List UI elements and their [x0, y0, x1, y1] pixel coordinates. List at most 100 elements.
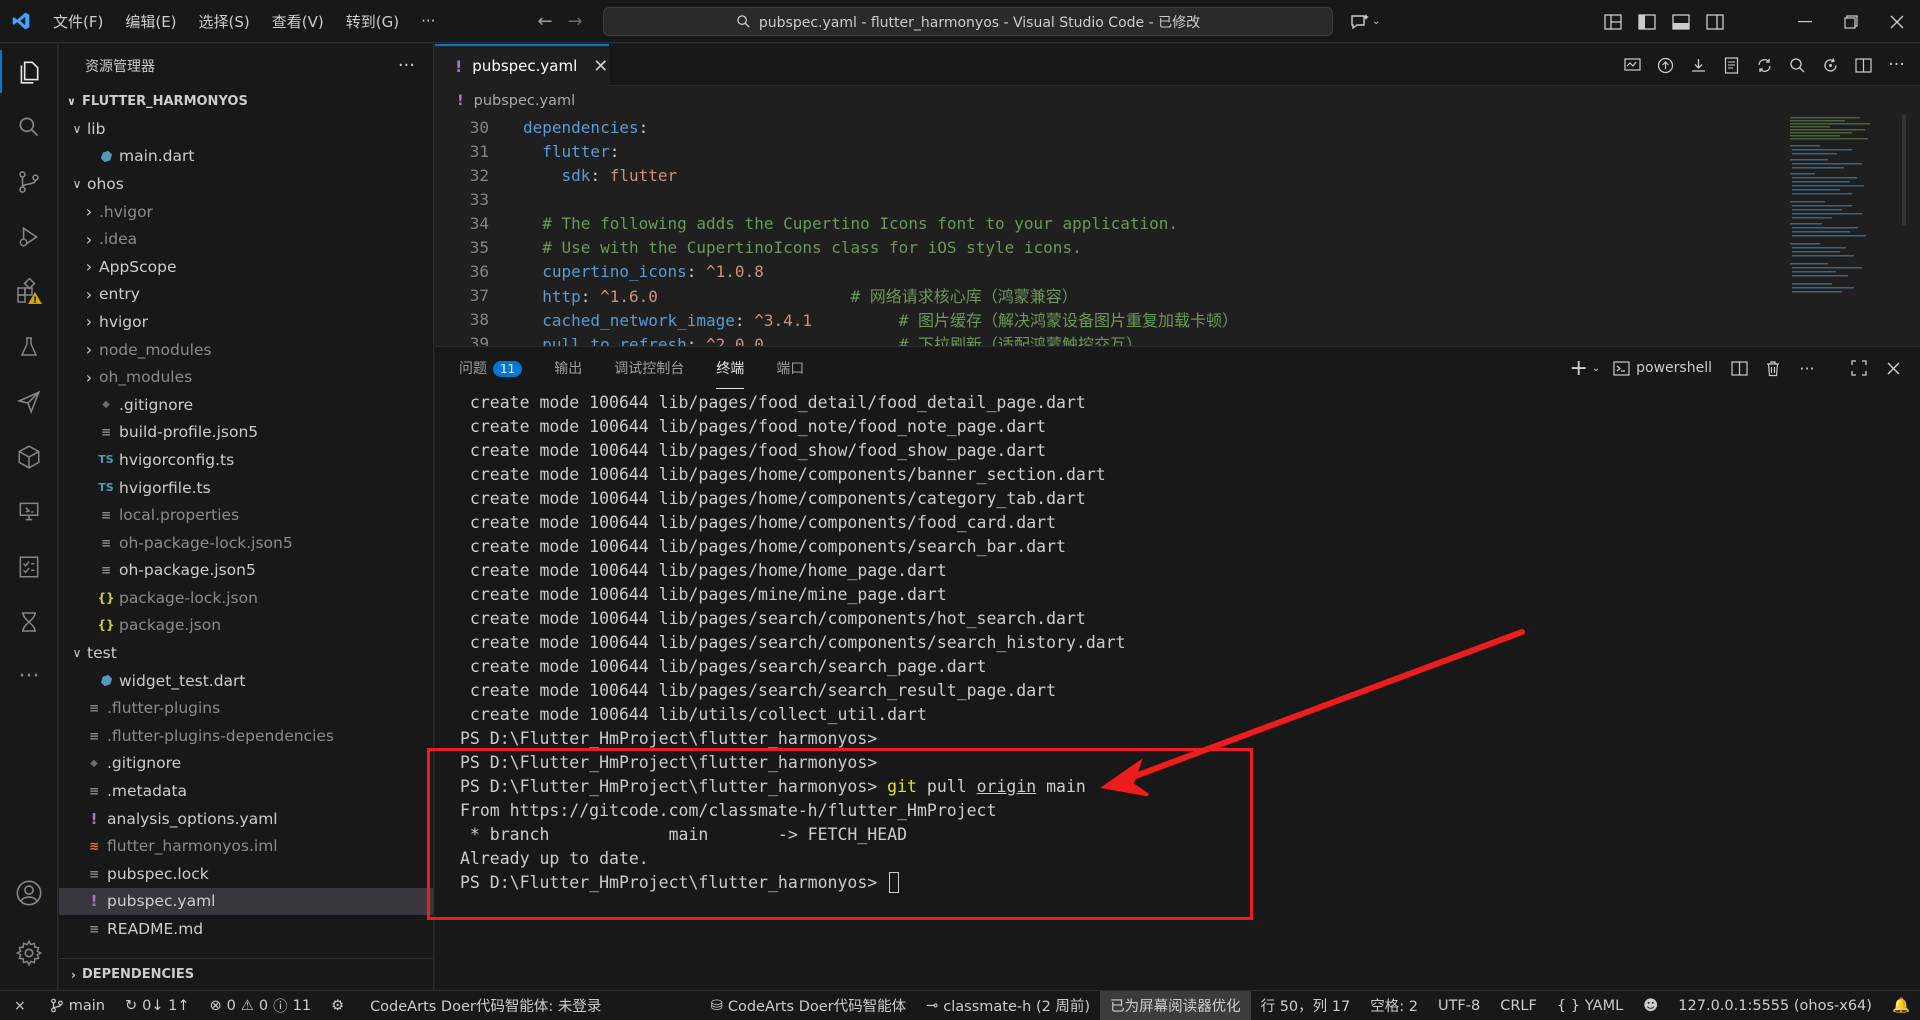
- tab-output[interactable]: 输出: [554, 358, 582, 378]
- menu-edit[interactable]: 编辑(E): [114, 11, 187, 32]
- tab-pubspec-yaml[interactable]: ! pubspec.yaml ✕: [435, 44, 609, 86]
- menu-view[interactable]: 查看(V): [261, 11, 335, 32]
- sync-indicator[interactable]: ↻ 0↓ 1↑: [115, 991, 200, 1020]
- refresh-icon[interactable]: [1817, 52, 1844, 79]
- menu-go[interactable]: 转到(G): [335, 11, 410, 32]
- vscode-logo-icon[interactable]: [0, 11, 42, 31]
- restore-icon[interactable]: [1828, 0, 1874, 43]
- indentation[interactable]: 空格: 2: [1360, 991, 1428, 1020]
- run-debug-icon[interactable]: [0, 209, 58, 264]
- tree-item[interactable]: › hvigor: [59, 308, 433, 336]
- find-icon[interactable]: [1784, 52, 1811, 79]
- source-control-icon[interactable]: [0, 154, 58, 209]
- device-connection[interactable]: 127.0.0.1:5555 (ohos-x64): [1668, 991, 1882, 1020]
- codearts-toggle[interactable]: ⚙: [321, 991, 354, 1020]
- tree-item[interactable]: › .idea: [59, 225, 433, 253]
- line-ending[interactable]: CRLF: [1490, 991, 1547, 1020]
- maximize-panel-icon[interactable]: [1846, 355, 1872, 381]
- tree-item[interactable]: › AppScope: [59, 253, 433, 281]
- account-icon[interactable]: [0, 865, 58, 920]
- project-section-header[interactable]: ∨ FLUTTER_HARMONYOS: [59, 87, 433, 115]
- tree-item[interactable]: ≋ flutter_harmonyos.iml: [59, 832, 433, 860]
- tree-item[interactable]: ! pubspec.yaml: [59, 887, 433, 916]
- sync-icon[interactable]: [1751, 52, 1778, 79]
- branch-indicator[interactable]: main: [40, 991, 115, 1020]
- tab-problems[interactable]: 问题 11: [459, 358, 523, 378]
- tree-item[interactable]: widget_test.dart: [59, 667, 433, 695]
- copilot-status[interactable]: ☻: [1633, 991, 1668, 1020]
- toggle-panel-icon[interactable]: [1664, 0, 1698, 43]
- notifications-bell[interactable]: 🔔: [1882, 991, 1920, 1020]
- close-tab-icon[interactable]: ✕: [593, 56, 608, 77]
- tree-item[interactable]: {} package.json: [59, 612, 433, 640]
- tree-item[interactable]: › oh_modules: [59, 363, 433, 391]
- terminal-shell-name[interactable]: powershell: [1636, 360, 1712, 376]
- upload-circle-icon[interactable]: [1652, 52, 1679, 79]
- split-terminal-icon[interactable]: [1726, 355, 1752, 381]
- back-arrow-icon[interactable]: ←: [530, 11, 560, 32]
- trash-icon[interactable]: [1760, 355, 1786, 381]
- more-views-icon[interactable]: ···: [0, 649, 58, 704]
- minimap[interactable]: [1786, 115, 1906, 346]
- language-mode[interactable]: { } YAML: [1547, 991, 1633, 1020]
- download-icon[interactable]: [1685, 52, 1712, 79]
- menu-file[interactable]: 文件(F): [42, 11, 114, 32]
- menu-selection[interactable]: 选择(S): [188, 11, 261, 32]
- tree-item[interactable]: ≡ oh-package.json5: [59, 557, 433, 585]
- tree-item[interactable]: TS hvigorconfig.ts: [59, 446, 433, 474]
- tree-item[interactable]: ∨ test: [59, 639, 433, 667]
- git-blame[interactable]: ⊸ classmate-h (2 周前): [916, 991, 1100, 1020]
- tree-item[interactable]: › node_modules: [59, 336, 433, 364]
- encoding[interactable]: UTF-8: [1428, 991, 1490, 1020]
- toggle-secondary-sidebar-icon[interactable]: [1698, 0, 1732, 43]
- problems-indicator[interactable]: ⊗ 0 ⚠ 0 ⓘ 11: [199, 991, 321, 1020]
- forward-arrow-icon[interactable]: →: [560, 11, 590, 32]
- tree-item[interactable]: ≡ .flutter-plugins-dependencies: [59, 722, 433, 750]
- tree-item[interactable]: ∨ ohos: [59, 170, 433, 198]
- checklist-icon[interactable]: [0, 539, 58, 594]
- dependencies-section-header[interactable]: › DEPENDENCIES: [59, 958, 434, 990]
- remote-indicator[interactable]: ⨯: [0, 991, 40, 1020]
- send-plane-icon[interactable]: [0, 374, 58, 429]
- codearts-login-status[interactable]: CodeArts Doer代码智能体: 未登录: [354, 991, 611, 1020]
- tree-item[interactable]: ≡ local.properties: [59, 501, 433, 529]
- toggle-sidebar-icon[interactable]: [1630, 0, 1664, 43]
- close-window-icon[interactable]: [1874, 0, 1920, 43]
- tree-item[interactable]: ∨ lib: [59, 115, 433, 143]
- tree-item[interactable]: {} package-lock.json: [59, 584, 433, 612]
- screen-reader-mode[interactable]: 已为屏幕阅读器优化: [1100, 990, 1251, 1020]
- chevron-down-icon[interactable]: ⌄: [1592, 363, 1600, 374]
- preview-icon[interactable]: [1619, 52, 1646, 79]
- tree-item[interactable]: ≡ .metadata: [59, 777, 433, 805]
- settings-gear-icon[interactable]: [0, 925, 58, 980]
- document-icon[interactable]: [1718, 52, 1745, 79]
- code-editor[interactable]: 30 dependencies: 31 flutter: 32 sdk: flutte…: [435, 115, 1920, 346]
- new-terminal-icon[interactable]: +: [1566, 355, 1592, 381]
- tree-item[interactable]: › entry: [59, 281, 433, 309]
- breadcrumb-file[interactable]: pubspec.yaml: [474, 93, 575, 109]
- minimize-icon[interactable]: [1782, 0, 1828, 43]
- explorer-more-icon[interactable]: ···: [398, 55, 415, 76]
- tree-item[interactable]: ≡ README.md: [59, 915, 433, 943]
- tree-item[interactable]: ≡ build-profile.json5: [59, 419, 433, 447]
- package-cube-icon[interactable]: [0, 429, 58, 484]
- copilot-button[interactable]: ⌄: [1350, 0, 1380, 43]
- tree-item[interactable]: ◆ .gitignore: [59, 391, 433, 419]
- cursor-position[interactable]: 行 50，列 17: [1251, 991, 1361, 1020]
- split-editor-icon[interactable]: [1850, 52, 1877, 79]
- search-icon[interactable]: [0, 99, 58, 154]
- tree-item[interactable]: ◆ .gitignore: [59, 750, 433, 778]
- tree-item[interactable]: ≡ oh-package-lock.json5: [59, 529, 433, 557]
- hourglass-icon[interactable]: [0, 594, 58, 649]
- tree-item[interactable]: main.dart: [59, 143, 433, 171]
- menu-more[interactable]: ···: [410, 12, 446, 30]
- command-center[interactable]: pubspec.yaml - flutter_harmonyos - Visua…: [603, 7, 1333, 36]
- tree-item[interactable]: ! analysis_options.yaml: [59, 805, 433, 833]
- extensions-warning-icon[interactable]: !: [0, 264, 58, 319]
- explorer-icon[interactable]: [0, 44, 58, 99]
- testing-flask-icon[interactable]: [0, 319, 58, 374]
- tab-debug-console[interactable]: 调试控制台: [614, 358, 684, 378]
- customize-layout-icon[interactable]: [1596, 0, 1630, 43]
- tree-item[interactable]: ≡ .flutter-plugins: [59, 694, 433, 722]
- tree-item[interactable]: ≡ pubspec.lock: [59, 860, 433, 888]
